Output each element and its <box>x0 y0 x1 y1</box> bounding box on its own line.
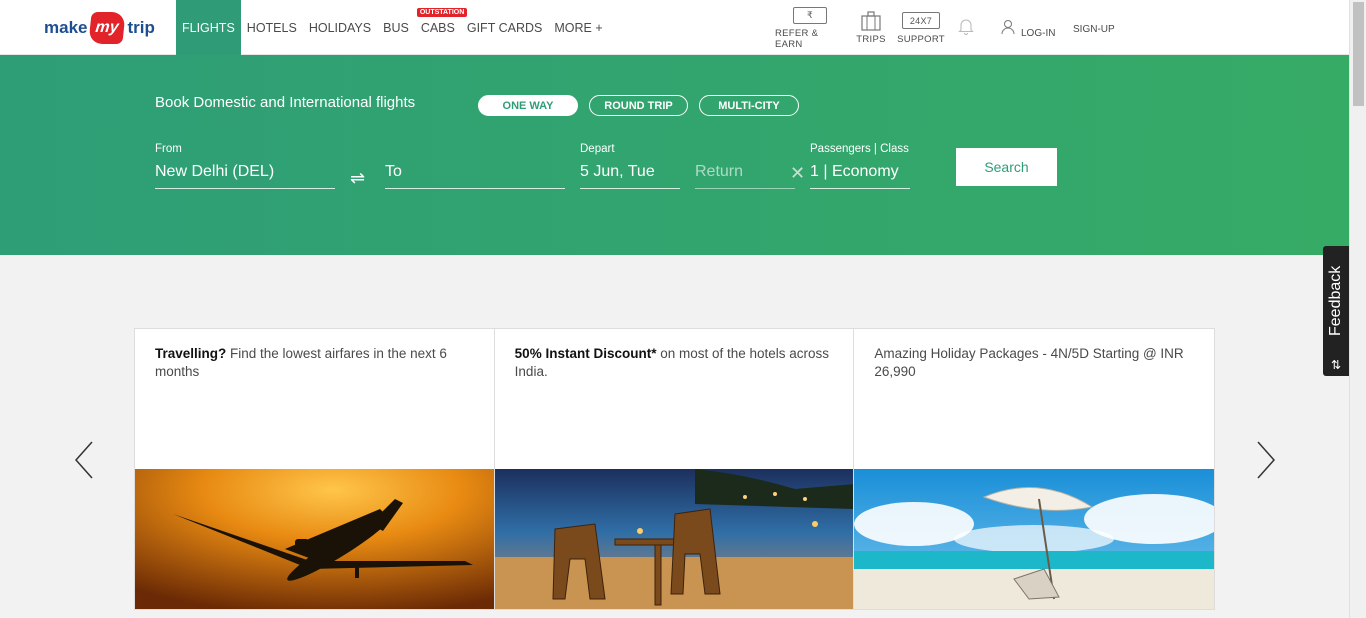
trips-link[interactable]: TRIPS <box>853 0 889 55</box>
search-panel-title: Book Domestic and International flights <box>155 94 416 111</box>
logo-my: my <box>88 12 127 44</box>
nav-more-label: MORE + <box>554 20 603 35</box>
nav-flights[interactable]: FLIGHTS <box>176 0 241 55</box>
nav-gift-cards-label: GIFT CARDS <box>466 20 543 35</box>
from-value[interactable]: New Delhi (DEL) <box>155 159 335 189</box>
offer-highlight: 50% Instant Discount* <box>514 346 657 361</box>
support-link[interactable]: 24X7 SUPPORT <box>897 0 945 55</box>
offer-highlight: Travelling? <box>155 346 227 361</box>
login-link[interactable]: LOG-IN <box>1001 18 1055 39</box>
refer-earn-label: REFER & EARN <box>775 28 819 50</box>
depart-label: Depart <box>580 143 615 155</box>
support-label: SUPPORT <box>897 33 945 45</box>
trips-label: TRIPS <box>856 33 886 45</box>
main-nav: FLIGHTS HOTELS HOLIDAYS BUS OUTSTATION C… <box>176 0 609 55</box>
passengers-label: Passengers | Class <box>810 143 909 155</box>
offer-description: Amazing Holiday Packages - 4N/5D Startin… <box>874 346 1184 379</box>
offer-card-hotels[interactable]: 50% Instant Discount* on most of the hot… <box>494 329 855 609</box>
user-icon <box>1001 19 1015 38</box>
depart-field[interactable]: Depart 5 Jun, Tue <box>580 143 680 189</box>
nav-cabs-label: CABS <box>420 20 455 35</box>
nav-bus[interactable]: BUS <box>377 0 415 55</box>
nav-hotels[interactable]: HOTELS <box>241 0 303 55</box>
flight-search-panel: Book Domestic and International flights … <box>0 55 1349 255</box>
close-icon[interactable]: ✕ <box>790 163 805 184</box>
chevron-left-icon[interactable] <box>74 440 94 480</box>
top-header: make my trip FLIGHTS HOTELS HOLIDAYS BUS… <box>0 0 1349 55</box>
depart-value[interactable]: 5 Jun, Tue <box>580 159 680 189</box>
nav-hotels-label: HOTELS <box>246 20 297 35</box>
beach-dinner-image <box>494 469 854 609</box>
feedback-tab[interactable]: Feedback ⇅ <box>1323 246 1349 376</box>
nav-flights-label: FLIGHTS <box>182 20 235 35</box>
nav-holidays-label: HOLIDAYS <box>308 20 372 35</box>
scrollbar-thumb[interactable] <box>1353 2 1364 106</box>
suitcase-icon <box>860 10 882 31</box>
airplane-sunset-image <box>135 469 494 609</box>
passengers-value[interactable]: 1 | Economy <box>810 159 910 189</box>
search-button[interactable]: Search <box>956 148 1057 186</box>
signup-link[interactable]: SIGN-UP <box>1073 24 1115 35</box>
return-input[interactable]: Return <box>695 159 795 189</box>
from-label: From <box>155 143 182 155</box>
tab-round-trip[interactable]: ROUND TRIP <box>589 95 688 116</box>
login-label: LOG-IN <box>1021 28 1056 39</box>
passengers-field[interactable]: Passengers | Class 1 | Economy <box>810 143 910 189</box>
bell-icon <box>958 16 974 36</box>
nav-more[interactable]: MORE + <box>548 0 608 55</box>
nav-gift-cards[interactable]: GIFT CARDS <box>461 0 548 55</box>
offer-text: Amazing Holiday Packages - 4N/5D Startin… <box>874 345 1194 381</box>
nav-cabs[interactable]: OUTSTATION CABS <box>415 0 468 55</box>
rupee-icon: ₹ <box>793 6 827 24</box>
makemytrip-logo[interactable]: make my trip <box>44 12 155 44</box>
offer-card-flights[interactable]: Travelling? Find the lowest airfares in … <box>135 329 495 609</box>
trip-type-tabs: ONE WAY ROUND TRIP MULTI-CITY <box>478 95 799 116</box>
refer-earn-link[interactable]: ₹ REFER & EARN <box>775 0 845 55</box>
outstation-badge: OUTSTATION <box>416 8 468 17</box>
beach-umbrella-image <box>854 469 1215 609</box>
logo-make: make <box>44 18 88 37</box>
support-24x7-icon: 24X7 <box>902 12 940 29</box>
sort-icon: ⇅ <box>1330 358 1342 372</box>
chevron-right-icon[interactable] <box>1256 440 1276 480</box>
offer-text: 50% Instant Discount* on most of the hot… <box>515 345 834 381</box>
offer-text: Travelling? Find the lowest airfares in … <box>155 345 474 381</box>
offers-carousel: Travelling? Find the lowest airfares in … <box>134 328 1215 610</box>
offer-card-holidays[interactable]: Amazing Holiday Packages - 4N/5D Startin… <box>854 329 1215 609</box>
tab-one-way[interactable]: ONE WAY <box>478 95 578 116</box>
to-input[interactable]: To <box>385 159 565 189</box>
nav-bus-label: BUS <box>383 20 409 35</box>
tab-multi-city[interactable]: MULTI-CITY <box>699 95 799 116</box>
feedback-label: Feedback <box>1327 265 1344 337</box>
nav-holidays[interactable]: HOLIDAYS <box>303 0 377 55</box>
swap-icon[interactable]: ⇌ <box>350 168 365 189</box>
to-field[interactable]: To <box>385 143 565 189</box>
return-field[interactable]: Return <box>695 143 795 189</box>
page-scrollbar[interactable] <box>1349 0 1366 618</box>
logo-trip: trip <box>127 18 155 37</box>
from-field[interactable]: From New Delhi (DEL) <box>155 143 335 189</box>
notifications-button[interactable] <box>955 0 977 55</box>
